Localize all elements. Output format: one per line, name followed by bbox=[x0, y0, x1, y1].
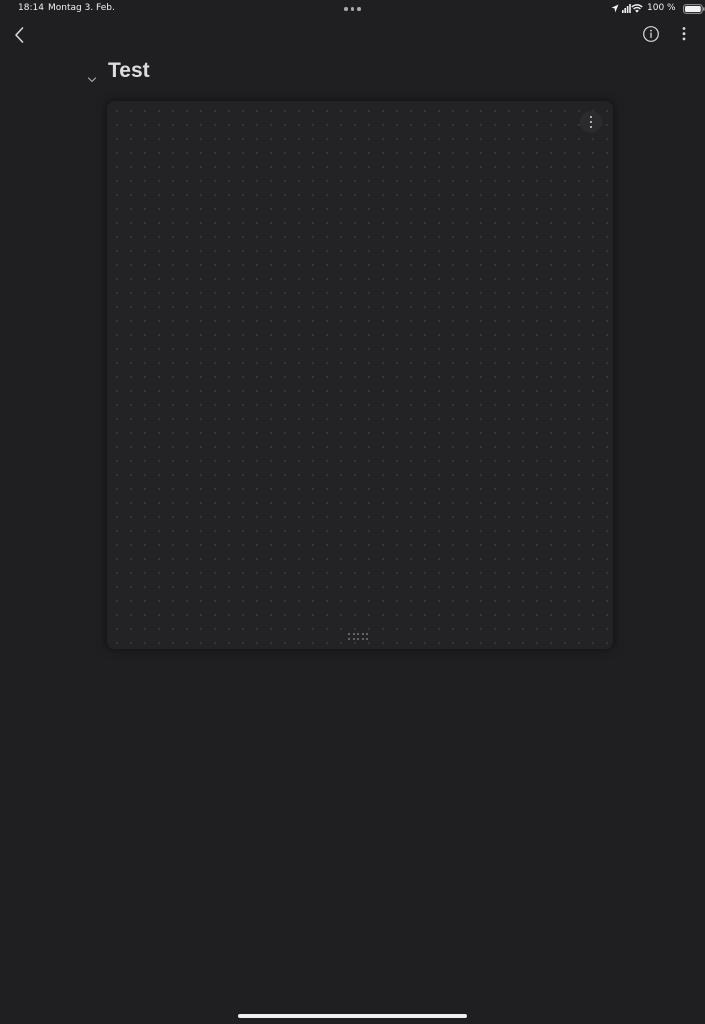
chevron-down-icon bbox=[87, 77, 97, 83]
wifi-icon bbox=[631, 4, 643, 13]
info-button[interactable] bbox=[642, 25, 660, 43]
battery-icon bbox=[683, 4, 705, 14]
status-date: Montag 3. Feb. bbox=[48, 3, 115, 13]
more-vertical-icon bbox=[590, 116, 593, 119]
battery-percent: 100 % bbox=[647, 3, 676, 13]
back-chevron-icon bbox=[15, 27, 24, 43]
more-vertical-icon bbox=[682, 27, 686, 41]
status-time: 18:14 bbox=[18, 3, 44, 13]
home-indicator[interactable] bbox=[238, 1014, 467, 1018]
drawing-canvas[interactable] bbox=[107, 101, 613, 649]
multitasking-dots-icon[interactable] bbox=[344, 7, 361, 11]
page-title[interactable]: Test bbox=[108, 59, 150, 83]
canvas-menu-button[interactable] bbox=[580, 111, 602, 133]
cellular-signal-icon bbox=[622, 4, 631, 13]
info-icon bbox=[643, 26, 659, 42]
resize-handle-icon[interactable] bbox=[348, 633, 372, 641]
collapse-toggle[interactable] bbox=[86, 70, 98, 83]
location-arrow-icon bbox=[611, 4, 619, 13]
status-bar: 18:14 Montag 3. Feb. 100 % bbox=[0, 0, 705, 18]
more-options-button[interactable] bbox=[676, 25, 692, 43]
screen: 18:14 Montag 3. Feb. 100 % Test bbox=[0, 0, 705, 1024]
back-button[interactable] bbox=[12, 25, 28, 45]
